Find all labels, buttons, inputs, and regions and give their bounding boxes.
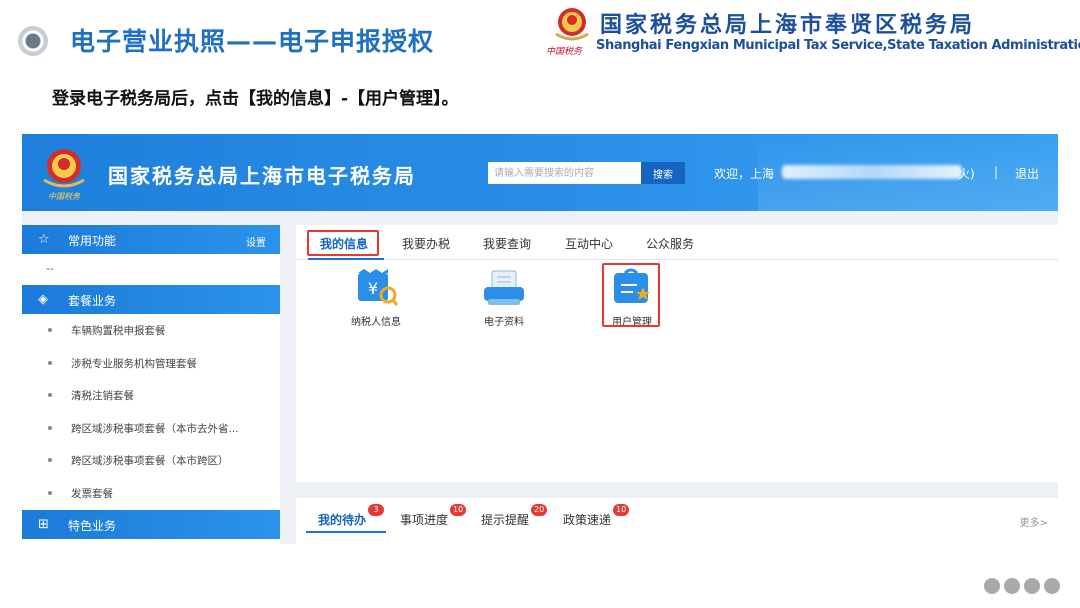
sidebar-section-packages[interactable]: ◈ 套餐业务	[22, 285, 280, 314]
tab-reminders[interactable]: 提示提醒 20	[481, 504, 548, 528]
bullet-icon	[48, 328, 52, 332]
sidebar-item-label: 跨区域涉税事项套餐（本市跨区）	[71, 455, 229, 468]
logout-link[interactable]: 退出	[1015, 165, 1039, 182]
tab-query[interactable]: 我要查询	[483, 235, 531, 252]
svg-text:¥: ¥	[368, 279, 378, 298]
star-icon: ☆	[38, 232, 50, 247]
taxpayer-info-icon: ¥	[358, 269, 398, 306]
highlight-tab-my-info	[307, 230, 379, 256]
search-button[interactable]: 搜索	[641, 162, 685, 184]
welcome-text: 欢迎，上海	[714, 167, 775, 181]
sidebar-section-label: 常用功能	[68, 234, 117, 248]
tab-policy[interactable]: 政策速递 10	[563, 504, 630, 528]
sidebar-item-label: 跨区域涉税事项套餐（本市去外省...	[71, 422, 239, 435]
main-tabs: 我的信息 我要办税 我要查询 互动中心 公众服务	[296, 225, 1058, 260]
sidebar-item[interactable]: 车辆购置税申报套餐	[22, 314, 280, 347]
site-header: 中国税务 国家税务总局上海市电子税务局 搜索 欢迎，上海 火) | 退出	[22, 134, 1058, 211]
search-input[interactable]	[488, 162, 641, 184]
bureau-name-cn: 国家税务总局上海市奉贤区税务局	[600, 13, 976, 38]
highlight-user-management	[602, 263, 660, 327]
slide-title: 电子营业执照——电子申报授权	[70, 27, 435, 56]
bullet-icon	[48, 490, 52, 495]
count-badge: 10	[613, 504, 630, 516]
app-electronic-documents[interactable]: 电子资料	[464, 267, 544, 328]
todo-panel: 我的待办 3 事项进度 10 提示提醒 20 政策速递 10 更多>	[296, 498, 1058, 544]
page-dot	[1024, 578, 1040, 594]
sidebar-item-label: 发票套餐	[71, 487, 113, 500]
more-link[interactable]: 更多>	[1020, 514, 1048, 529]
count-badge: 10	[450, 504, 467, 516]
bullet-icon	[48, 425, 52, 430]
sidebar-item[interactable]: 涉税专业服务机构管理套餐	[22, 347, 280, 380]
site-title: 国家税务总局上海市电子税务局	[108, 164, 416, 188]
tax-emblem-icon	[555, 8, 589, 41]
tab-interaction[interactable]: 互动中心	[565, 235, 613, 252]
tab-label: 政策速递	[563, 513, 612, 527]
sidebar-item-label: 清税注销套餐	[71, 390, 134, 403]
layers-icon: ◈	[38, 292, 48, 307]
sidebar-section-label: 特色业务	[68, 518, 117, 533]
app-label: 纳税人信息	[351, 317, 401, 328]
sidebar-item[interactable]: 跨区域涉税事项套餐（本市跨区）	[22, 444, 280, 477]
site-emblem-icon: 中国税务	[43, 149, 85, 201]
app-taxpayer-info[interactable]: ¥ 纳税人信息	[336, 267, 416, 328]
bullet-icon	[48, 458, 52, 463]
app-label: 电子资料	[484, 317, 524, 328]
page-dot	[1004, 578, 1020, 594]
count-badge: 3	[368, 504, 384, 516]
user-name-suffix: 火)	[958, 167, 975, 181]
sidebar-empty-placeholder: --	[46, 262, 54, 275]
page-dot	[1044, 578, 1060, 594]
bullet-icon	[48, 393, 52, 398]
sidebar-item[interactable]: 跨区域涉税事项套餐（本市去外省...	[22, 412, 280, 445]
portal-screenshot: 中国税务 国家税务总局上海市电子税务局 搜索 欢迎，上海 火) | 退出 ☆ 常…	[22, 134, 1058, 544]
sidebar-item[interactable]: 清税注销套餐	[22, 379, 280, 412]
sidebar-settings-link[interactable]: 设置	[246, 234, 266, 249]
slide-bullet-icon	[18, 26, 48, 56]
instruction-text: 登录电子税务局后，点击【我的信息】-【用户管理】。	[52, 89, 459, 109]
tab-tax-handling[interactable]: 我要办税	[402, 235, 450, 252]
tab-progress[interactable]: 事项进度 10	[400, 504, 467, 528]
site-logo-sign: 中国税务	[48, 192, 81, 201]
bureau-name-en: Shanghai Fengxian Municipal Tax Service,…	[596, 38, 1080, 53]
sidebar-section-common[interactable]: ☆ 常用功能 设置	[22, 225, 280, 254]
header-separator: |	[994, 165, 999, 179]
my-info-panel: 我的信息 我要办税 我要查询 互动中心 公众服务 ¥ 纳税人信息 电子资料 用户…	[296, 225, 1058, 482]
bullet-icon	[48, 360, 52, 365]
slide-page-dots	[984, 578, 1064, 596]
bureau-signature: 中国税务	[546, 47, 583, 57]
sidebar: ☆ 常用功能 设置 -- ◈ 套餐业务 车辆购置税申报套餐 涉税专业服务机构管理…	[22, 225, 280, 544]
tab-my-todo[interactable]: 我的待办 3	[318, 504, 384, 528]
tab-label: 事项进度	[400, 513, 449, 527]
count-badge: 20	[531, 504, 548, 516]
electronic-documents-icon	[484, 270, 524, 305]
sidebar-section-label: 套餐业务	[68, 294, 117, 308]
tab-label: 提示提醒	[481, 513, 530, 527]
tab-public-service[interactable]: 公众服务	[646, 235, 694, 252]
sidebar-section-special[interactable]: ⊞ 特色业务	[22, 509, 280, 539]
sidebar-item-label: 车辆购置税申报套餐	[71, 325, 166, 337]
tab-label: 我的待办	[318, 513, 367, 527]
grid-icon: ⊞	[38, 516, 49, 532]
page-dot	[984, 578, 1000, 594]
sidebar-item[interactable]: 发票套餐	[22, 477, 280, 510]
redacted-user-name	[782, 165, 962, 179]
sidebar-item-label: 涉税专业服务机构管理套餐	[71, 357, 197, 370]
